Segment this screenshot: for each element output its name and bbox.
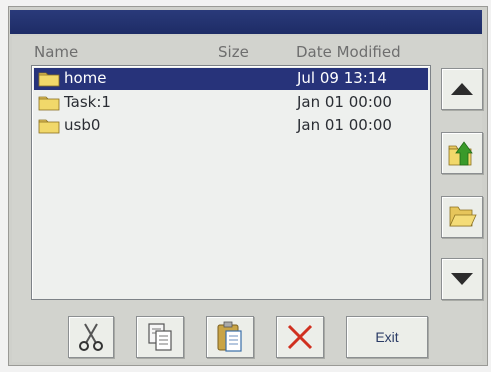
parent-folder-button[interactable] — [441, 132, 483, 174]
file-date: Jan 01 00:00 — [297, 116, 392, 134]
scroll-up-button[interactable] — [441, 68, 483, 110]
title-bar — [10, 10, 482, 34]
column-headers: Name Size Date Modified — [20, 43, 428, 63]
exit-button-label: Exit — [375, 329, 399, 345]
triangle-up-icon — [451, 83, 473, 95]
open-folder-button[interactable] — [441, 196, 483, 238]
file-row-usb0[interactable]: usb0 Jan 01 00:00 — [34, 115, 428, 137]
scissors-icon — [79, 323, 103, 351]
column-header-date[interactable]: Date Modified — [296, 43, 401, 61]
folder-icon — [38, 96, 60, 111]
exit-button[interactable]: Exit — [346, 316, 428, 358]
file-row-task1[interactable]: Task:1 Jan 01 00:00 — [34, 92, 428, 114]
triangle-down-icon — [451, 273, 473, 285]
cut-button[interactable] — [68, 316, 114, 358]
file-row-home[interactable]: home Jul 09 13:14 — [34, 68, 428, 90]
file-date: Jul 09 13:14 — [297, 69, 387, 87]
copy-button[interactable] — [136, 316, 184, 358]
folder-icon — [38, 119, 60, 134]
delete-button[interactable] — [276, 316, 324, 358]
column-header-size[interactable]: Size — [218, 43, 249, 61]
open-folder-icon — [449, 206, 477, 227]
red-x-icon — [287, 324, 313, 350]
folder-icon — [38, 72, 60, 87]
folder-up-arrow-icon — [448, 141, 473, 166]
column-header-name[interactable]: Name — [34, 43, 78, 61]
file-name: usb0 — [64, 116, 101, 134]
file-date: Jan 01 00:00 — [297, 93, 392, 111]
paste-button[interactable] — [206, 316, 254, 358]
scroll-down-button[interactable] — [441, 258, 483, 300]
file-list: home Jul 09 13:14 Task:1 Jan 01 00:00 us… — [31, 65, 431, 300]
copy-icon — [148, 323, 172, 351]
file-name: Task:1 — [64, 93, 111, 111]
file-name: home — [64, 69, 107, 87]
paste-icon — [217, 321, 242, 352]
